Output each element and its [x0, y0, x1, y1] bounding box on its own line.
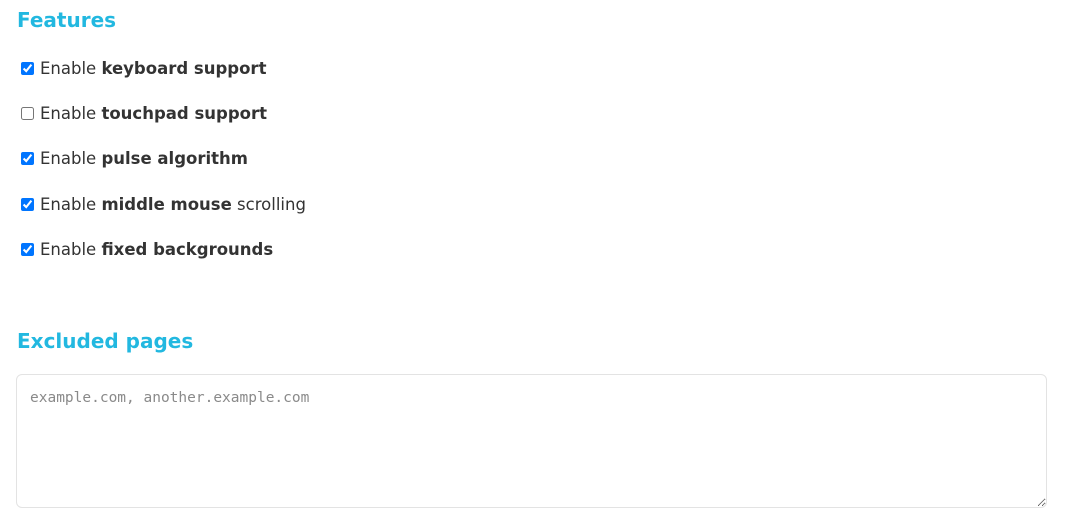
option-keyboard-support[interactable]: Enable keyboard support: [21, 58, 266, 78]
excluded-pages-field-wrapper: [16, 374, 1047, 508]
option-label: Enable middle mouse scrolling: [40, 194, 306, 214]
touchpad-support-checkbox[interactable]: [21, 106, 34, 120]
excluded-pages-textarea[interactable]: [16, 374, 1047, 508]
option-label: Enable pulse algorithm: [40, 148, 248, 168]
keyboard-support-checkbox[interactable]: [21, 61, 34, 75]
option-middle-mouse-scrolling[interactable]: Enable middle mouse scrolling: [21, 194, 306, 214]
option-label: Enable keyboard support: [40, 58, 267, 78]
pulse-algorithm-checkbox[interactable]: [21, 151, 34, 165]
option-fixed-backgrounds[interactable]: Enable fixed backgrounds: [21, 239, 273, 259]
option-pulse-algorithm[interactable]: Enable pulse algorithm: [21, 148, 248, 168]
fixed-backgrounds-checkbox[interactable]: [21, 242, 34, 256]
option-label: Enable fixed backgrounds: [40, 239, 274, 259]
features-heading: Features: [17, 8, 117, 32]
excluded-pages-heading: Excluded pages: [17, 329, 194, 353]
middle-mouse-scrolling-checkbox[interactable]: [21, 197, 34, 211]
option-label: Enable touchpad support: [40, 103, 268, 123]
option-touchpad-support[interactable]: Enable touchpad support: [21, 103, 267, 123]
